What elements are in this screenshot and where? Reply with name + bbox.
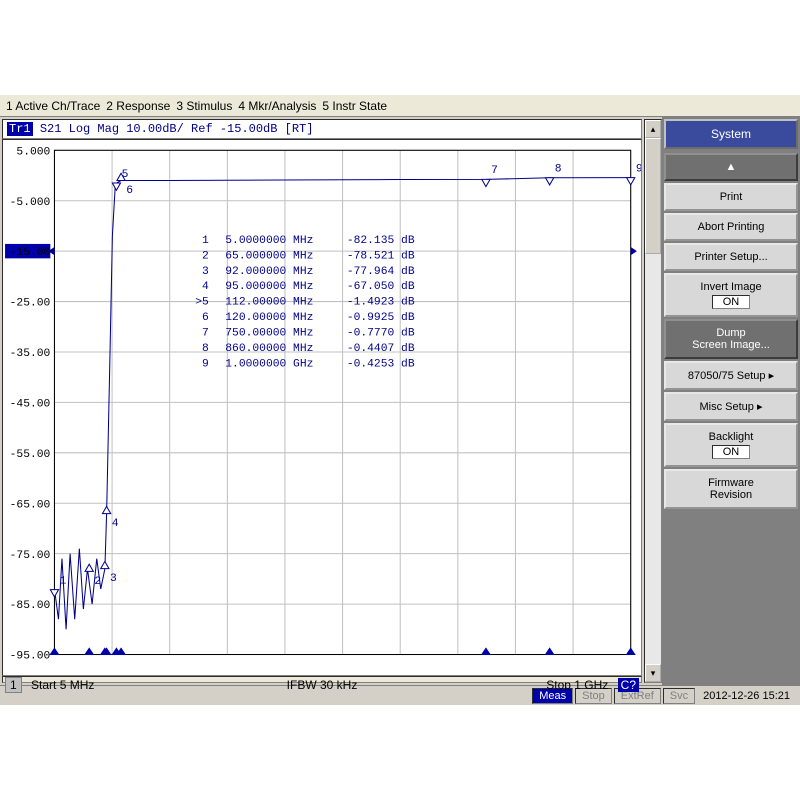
trace-header-text: S21 Log Mag 10.00dB/ Ref -15.00dB [RT]	[40, 122, 314, 136]
status-bar: Meas Stop ExtRef Svc 2012-12-26 15:21	[0, 685, 800, 705]
trace-header: Tr1 S21 Log Mag 10.00dB/ Ref -15.00dB [R…	[2, 119, 642, 139]
softkey-button[interactable]: Misc Setup ▸	[664, 392, 798, 421]
scroll-thumb[interactable]	[645, 138, 661, 254]
softkey-button[interactable]: Abort Printing	[664, 213, 798, 241]
svg-text:95.000000 MHz: 95.000000 MHz	[225, 281, 313, 293]
scroll-track[interactable]	[645, 138, 661, 664]
svg-text:-0.4407 dB: -0.4407 dB	[347, 343, 415, 355]
svg-text:9: 9	[202, 358, 209, 370]
menu-item[interactable]: 2 Response	[106, 99, 170, 113]
scroll-up-arrow[interactable]: ▴	[645, 120, 661, 138]
app-window: 1 Active Ch/Trace 2 Response 3 Stimulus …	[0, 95, 800, 705]
svg-text:-1.4923 dB: -1.4923 dB	[347, 297, 415, 309]
softkey-button[interactable]: Printer Setup...	[664, 243, 798, 271]
svg-text:1.0000000 GHz: 1.0000000 GHz	[225, 358, 313, 370]
status-svc: Svc	[663, 688, 695, 704]
svg-text:-0.7770 dB: -0.7770 dB	[347, 328, 415, 340]
svg-text:-85.00: -85.00	[10, 600, 51, 612]
softkey-button[interactable]: Dump Screen Image...	[664, 319, 798, 359]
svg-text:>5: >5	[195, 297, 209, 309]
svg-text:1: 1	[202, 235, 209, 247]
svg-text:8: 8	[555, 164, 562, 176]
svg-text:860.00000 MHz: 860.00000 MHz	[225, 343, 313, 355]
svg-text:-65.00: -65.00	[10, 499, 51, 511]
svg-text:6: 6	[126, 185, 133, 197]
softkey-value: ON	[712, 295, 751, 309]
svg-text:2: 2	[202, 250, 209, 262]
menu-item[interactable]: 4 Mkr/Analysis	[238, 99, 316, 113]
svg-text:8: 8	[202, 343, 209, 355]
scroll-down-arrow[interactable]: ▾	[645, 664, 661, 682]
stop-freq-label: Stop 1 GHz	[546, 678, 608, 692]
svg-text:4: 4	[112, 518, 119, 530]
svg-text:4: 4	[202, 281, 209, 293]
channel-indicator: 1	[5, 677, 22, 693]
softkey-label: ▲	[726, 161, 737, 173]
svg-text:6: 6	[202, 312, 209, 324]
softkey-label: Backlight	[709, 431, 754, 443]
menu-item[interactable]: 1 Active Ch/Trace	[6, 99, 100, 113]
svg-text:112.00000 MHz: 112.00000 MHz	[225, 297, 313, 309]
svg-text:5.0000000 MHz: 5.0000000 MHz	[225, 235, 313, 247]
softkey-value: ON	[712, 445, 751, 459]
softkey-label: Invert Image	[700, 281, 761, 293]
correction-indicator: C?	[618, 678, 639, 692]
svg-text:3: 3	[202, 266, 209, 278]
svg-text:7: 7	[202, 328, 209, 340]
svg-text:-0.9925 dB: -0.9925 dB	[347, 312, 415, 324]
svg-text:5.000: 5.000	[16, 146, 50, 158]
softkey-label: 87050/75 Setup ▸	[688, 369, 774, 382]
svg-text:-35.00: -35.00	[10, 348, 51, 360]
svg-text:-95.00: -95.00	[10, 651, 51, 663]
menu-item[interactable]: 3 Stimulus	[176, 99, 232, 113]
softkey-button[interactable]: Print	[664, 183, 798, 211]
svg-text:-75.00: -75.00	[10, 550, 51, 562]
softkey-button[interactable]: ▲	[664, 153, 798, 181]
svg-text:7: 7	[491, 165, 498, 177]
plot-footer: 1 Start 5 MHz IFBW 30 kHz Stop 1 GHz C?	[2, 676, 642, 683]
softkey-title: System	[664, 119, 798, 149]
svg-text:1: 1	[60, 575, 67, 587]
svg-text:-25.00: -25.00	[10, 298, 51, 310]
svg-text:65.000000 MHz: 65.000000 MHz	[225, 250, 313, 262]
svg-text:9: 9	[636, 163, 641, 175]
softkey-label: Firmware Revision	[708, 477, 754, 501]
svg-text:-82.135 dB: -82.135 dB	[347, 235, 415, 247]
softkey-button[interactable]: Invert Image ON	[664, 273, 798, 317]
softkey-label: Print	[720, 191, 743, 203]
svg-text:92.000000 MHz: 92.000000 MHz	[225, 266, 313, 278]
start-freq-label: Start 5 MHz	[31, 678, 94, 692]
trace-tag: Tr1	[7, 122, 33, 136]
softkey-button[interactable]: Backlight ON	[664, 423, 798, 467]
svg-text:750.00000 MHz: 750.00000 MHz	[225, 328, 313, 340]
svg-text:-78.521 dB: -78.521 dB	[347, 250, 415, 262]
svg-text:-55.00: -55.00	[10, 449, 51, 461]
softkey-button[interactable]: Firmware Revision	[664, 469, 798, 509]
svg-text:-5.000: -5.000	[10, 197, 51, 209]
vertical-scrollbar[interactable]: ▴ ▾	[644, 119, 662, 683]
softkey-panel: System ▲ Print Abort Printing Printer Setup…	[662, 117, 800, 685]
softkey-label: Dump Screen Image...	[692, 327, 770, 351]
svg-text:2: 2	[94, 576, 101, 588]
menu-item[interactable]: 5 Instr State	[322, 99, 387, 113]
softkey-label: Printer Setup...	[694, 251, 767, 263]
svg-text:-0.4253 dB: -0.4253 dB	[347, 358, 415, 370]
svg-text:-45.00: -45.00	[10, 399, 51, 411]
plot-svg: 5.000 -5.000 -15.00 -25.00 -35.00 -45.00 -55.0…	[3, 140, 641, 675]
svg-text:-77.964 dB: -77.964 dB	[347, 266, 415, 278]
svg-text:3: 3	[110, 573, 117, 585]
softkey-label: Misc Setup ▸	[700, 400, 763, 413]
svg-text:-67.050 dB: -67.050 dB	[347, 281, 415, 293]
svg-text:-15.00: -15.00	[10, 247, 51, 259]
plot-area[interactable]: 5.000 -5.000 -15.00 -25.00 -35.00 -45.00 -55.0…	[2, 139, 642, 676]
softkey-button[interactable]: 87050/75 Setup ▸	[664, 361, 798, 390]
status-datetime: 2012-12-26 15:21	[697, 689, 796, 703]
softkey-label: Abort Printing	[698, 221, 765, 233]
svg-text:120.00000 MHz: 120.00000 MHz	[225, 312, 313, 324]
ifbw-label: IFBW 30 kHz	[287, 678, 358, 692]
menu-bar: 1 Active Ch/Trace 2 Response 3 Stimulus …	[0, 95, 800, 117]
